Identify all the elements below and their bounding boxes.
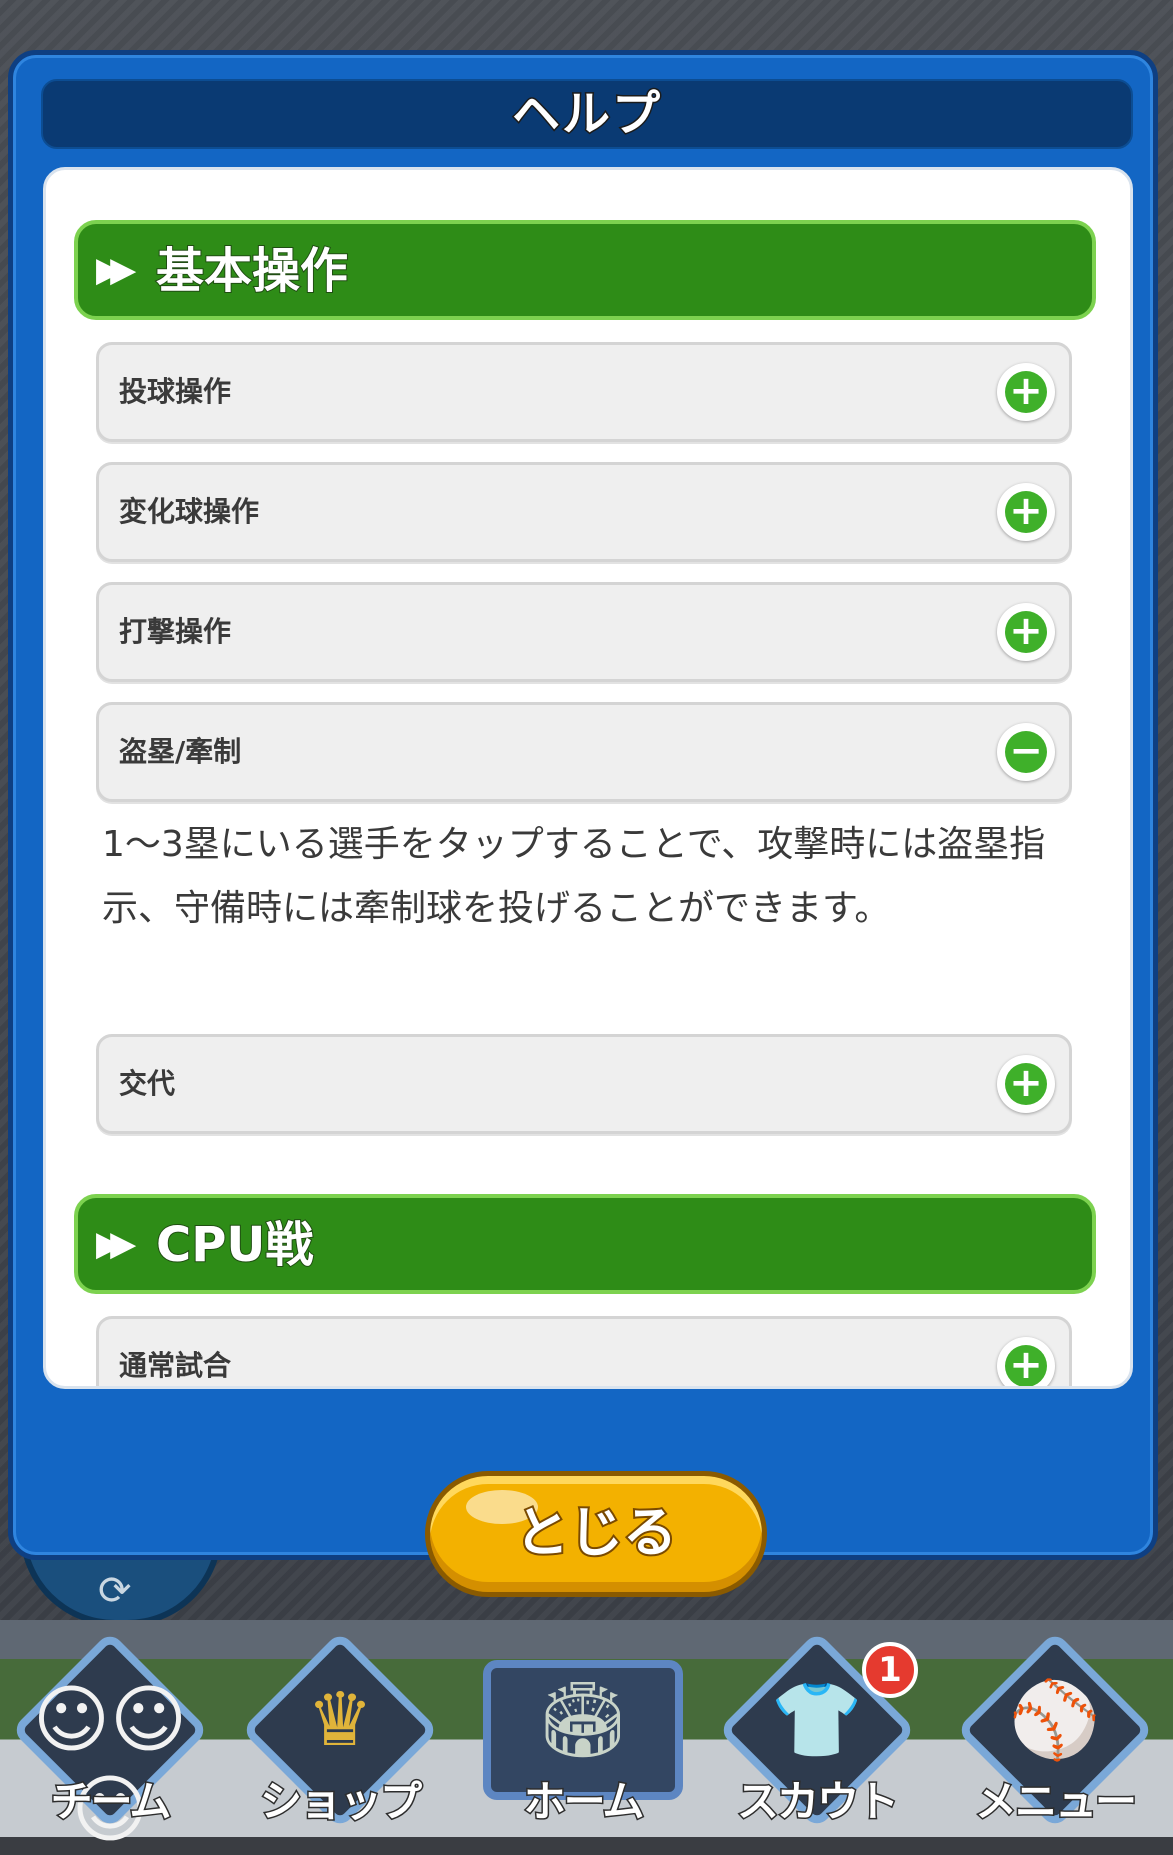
minus-icon: − bbox=[1005, 731, 1047, 773]
nav-label: ホーム bbox=[522, 1776, 646, 1828]
fast-forward-icon: ▶▶ bbox=[96, 1224, 136, 1264]
help-item-label: 投球操作 bbox=[119, 375, 232, 408]
fast-forward-icon: ▶▶ bbox=[96, 250, 136, 290]
nav-item-menu[interactable]: ⚾ メニュー bbox=[950, 1631, 1160, 1837]
plus-icon: + bbox=[1005, 491, 1047, 533]
help-item-normal-game[interactable]: 通常試合 + bbox=[96, 1316, 1072, 1386]
collapse-button[interactable]: − bbox=[997, 723, 1055, 781]
plus-icon: + bbox=[1005, 611, 1047, 653]
help-content-panel[interactable]: ▶▶ 基本操作 投球操作 + 変化球操作 + 打撃操作 + 盗塁/牽制 − 1〜… bbox=[43, 167, 1133, 1389]
section-title: CPU戦 bbox=[155, 1216, 314, 1274]
close-label: とじる bbox=[513, 1499, 679, 1566]
trophy-icon: ♛ bbox=[306, 1677, 374, 1763]
help-item-breaking-ball[interactable]: 変化球操作 + bbox=[96, 462, 1072, 562]
stadium-icon: 🏟 bbox=[536, 1677, 630, 1763]
section-header-basic-controls: ▶▶ 基本操作 bbox=[74, 220, 1096, 320]
help-item-label: 通常試合 bbox=[119, 1349, 232, 1382]
nav-label: メニュー bbox=[973, 1776, 1138, 1828]
modal-title: ヘルプ bbox=[510, 85, 662, 144]
plus-icon: + bbox=[1005, 371, 1047, 413]
bat-helmet-icon: ⚾ bbox=[1008, 1677, 1102, 1763]
help-item-label: 打撃操作 bbox=[119, 615, 232, 648]
nav-label: スカウト bbox=[735, 1776, 900, 1828]
nav-item-scout[interactable]: 👕 スカウト 1 bbox=[712, 1631, 922, 1837]
help-item-substitution[interactable]: 交代 + bbox=[96, 1034, 1072, 1134]
nav-label: チーム bbox=[49, 1776, 173, 1828]
expand-button[interactable]: + bbox=[997, 1055, 1055, 1113]
help-item-description: 1〜3塁にいる選手をタップすることで、攻撃時には盗塁指示、守備時には牽制球を投げ… bbox=[102, 824, 1046, 929]
expand-button[interactable]: + bbox=[997, 1337, 1055, 1386]
help-item-steal-pickoff[interactable]: 盗塁/牽制 − bbox=[96, 702, 1072, 802]
help-item-batting[interactable]: 打撃操作 + bbox=[96, 582, 1072, 682]
expand-button[interactable]: + bbox=[997, 603, 1055, 661]
plus-icon: + bbox=[1005, 1345, 1047, 1386]
nav-item-home[interactable]: 🏟 ホーム bbox=[478, 1640, 688, 1837]
expand-button[interactable]: + bbox=[997, 483, 1055, 541]
help-modal: ヘルプ ▶▶ 基本操作 投球操作 + 変化球操作 + 打撃操作 + 盗塁/牽制 … bbox=[8, 50, 1158, 1597]
refresh-icon: ⟳ bbox=[98, 1568, 132, 1614]
nav-label: ショップ bbox=[258, 1776, 423, 1828]
close-button[interactable]: とじる bbox=[425, 1471, 767, 1597]
help-item-label: 交代 bbox=[119, 1067, 176, 1100]
nav-item-team[interactable]: ☺☺☺ チーム bbox=[5, 1631, 215, 1853]
section-header-cpu-battle: ▶▶ CPU戦 bbox=[74, 1194, 1096, 1294]
nav-item-shop[interactable]: ♛ ショップ bbox=[235, 1631, 445, 1837]
help-item-pitching[interactable]: 投球操作 + bbox=[96, 342, 1072, 442]
notification-badge: 1 bbox=[862, 1642, 918, 1698]
modal-header: ヘルプ bbox=[41, 79, 1133, 149]
help-item-label: 変化球操作 bbox=[119, 495, 260, 528]
expand-button[interactable]: + bbox=[997, 363, 1055, 421]
section-title: 基本操作 bbox=[155, 242, 349, 300]
plus-icon: + bbox=[1005, 1063, 1047, 1105]
help-item-label: 盗塁/牽制 bbox=[119, 735, 242, 768]
bottom-nav: ☺☺☺ チーム ♛ ショップ 🏟 ホーム 👕 スカウト 1 ⚾ メニュー bbox=[0, 1620, 1173, 1853]
